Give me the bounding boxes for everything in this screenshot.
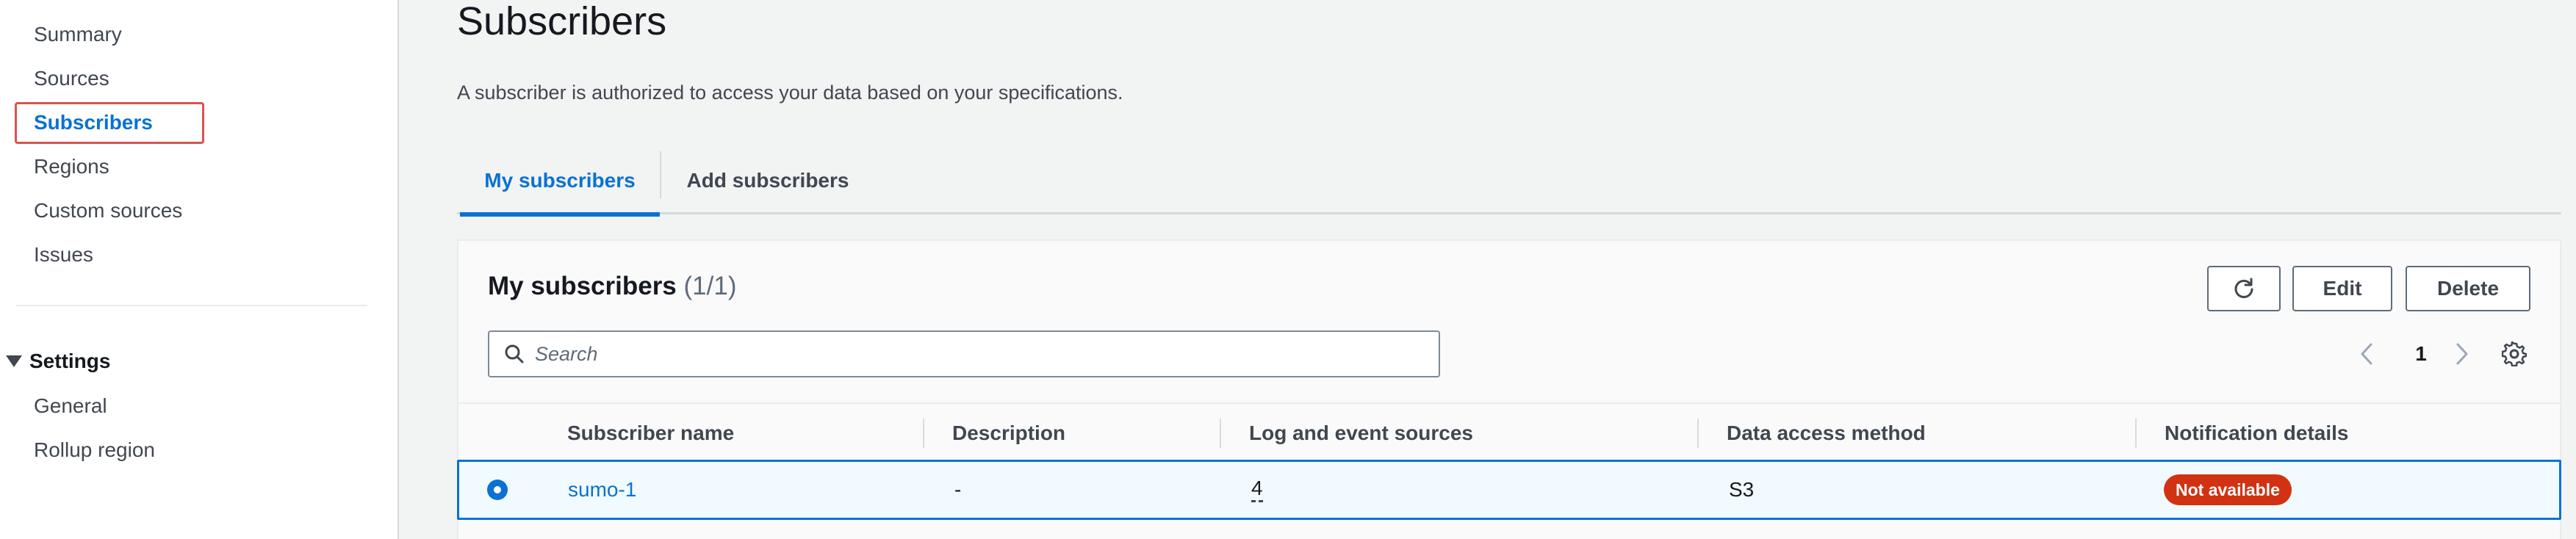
column-header-subscriber-name[interactable]: Subscriber name	[567, 404, 734, 463]
search-icon	[494, 332, 535, 376]
table-header-row: Subscriber name Description Log and even…	[458, 402, 2560, 461]
page-description: A subscriber is authorized to access you…	[457, 82, 1123, 104]
data-access-method-cell: S3	[1729, 478, 1755, 501]
status-badge: Not available	[2164, 474, 2292, 505]
subscriber-name-link[interactable]: sumo-1	[568, 478, 636, 502]
sidebar-divider	[16, 305, 367, 306]
sidebar-item-sources[interactable]: Sources	[34, 65, 109, 92]
column-separator	[1697, 419, 1699, 448]
log-and-event-sources-cell: 4	[1251, 462, 1263, 518]
tab-bar: My subscribers Add subscribers	[457, 147, 2561, 217]
row-select-cell	[487, 462, 508, 518]
pagination-previous[interactable]	[2354, 338, 2379, 370]
column-separator	[923, 419, 924, 448]
pagination-page-number[interactable]: 1	[2410, 338, 2432, 370]
sidebar-navigation: Summary Sources Subscribers Regions Cust…	[0, 0, 399, 539]
subscribers-table-container: My subscribers (1/1) Edit Delete 1	[457, 239, 2561, 539]
settings-section-label: Settings	[29, 350, 111, 372]
table-row[interactable]: sumo-1 - 4 S3 Not available	[457, 460, 2561, 520]
column-header-notification-details[interactable]: Notification details	[2165, 404, 2348, 463]
refresh-button[interactable]	[2207, 266, 2281, 311]
tab-my-subscribers[interactable]: My subscribers	[460, 147, 660, 217]
sidebar-item-rollup-region[interactable]: Rollup region	[34, 437, 155, 463]
search-input[interactable]	[535, 333, 1417, 375]
table-preferences-button[interactable]	[2498, 338, 2530, 370]
sidebar-item-custom-sources[interactable]: Custom sources	[34, 198, 182, 224]
table-count: (1/1)	[683, 272, 737, 300]
column-separator	[2135, 419, 2137, 448]
page-title: Subscribers	[457, 0, 667, 43]
column-separator	[1220, 419, 1221, 448]
tab-add-subscribers[interactable]: Add subscribers	[661, 147, 874, 214]
sidebar-item-subscribers[interactable]: Subscribers	[34, 109, 153, 136]
chevron-left-icon	[2361, 343, 2372, 365]
sidebar-item-general[interactable]: General	[34, 393, 107, 419]
column-header-data-access-method[interactable]: Data access method	[1727, 404, 1926, 463]
log-sources-count-popover[interactable]: 4	[1251, 477, 1263, 502]
delete-button[interactable]: Delete	[2406, 266, 2530, 311]
settings-gear-icon	[2502, 341, 2527, 366]
sidebar-item-issues[interactable]: Issues	[34, 242, 93, 268]
search-field	[488, 330, 1440, 377]
caret-down-icon	[6, 355, 22, 367]
subscriber-name-cell: sumo-1	[568, 462, 636, 518]
column-header-log-and-event-sources[interactable]: Log and event sources	[1249, 404, 1473, 463]
sidebar-item-summary[interactable]: Summary	[34, 21, 122, 48]
table-title-text: My subscribers	[488, 272, 677, 300]
table-title: My subscribers (1/1)	[488, 270, 736, 303]
notification-details-cell: Not available	[2164, 462, 2292, 518]
refresh-icon	[2234, 278, 2253, 298]
chevron-right-icon	[2456, 343, 2468, 365]
description-cell: -	[954, 478, 962, 501]
settings-section-toggle[interactable]: Settings	[3, 348, 110, 375]
column-header-description[interactable]: Description	[952, 404, 1065, 463]
sidebar-item-regions[interactable]: Regions	[34, 153, 109, 180]
edit-button[interactable]: Edit	[2292, 266, 2392, 311]
pagination-next[interactable]	[2450, 338, 2475, 370]
row-select-radio[interactable]	[487, 480, 508, 500]
